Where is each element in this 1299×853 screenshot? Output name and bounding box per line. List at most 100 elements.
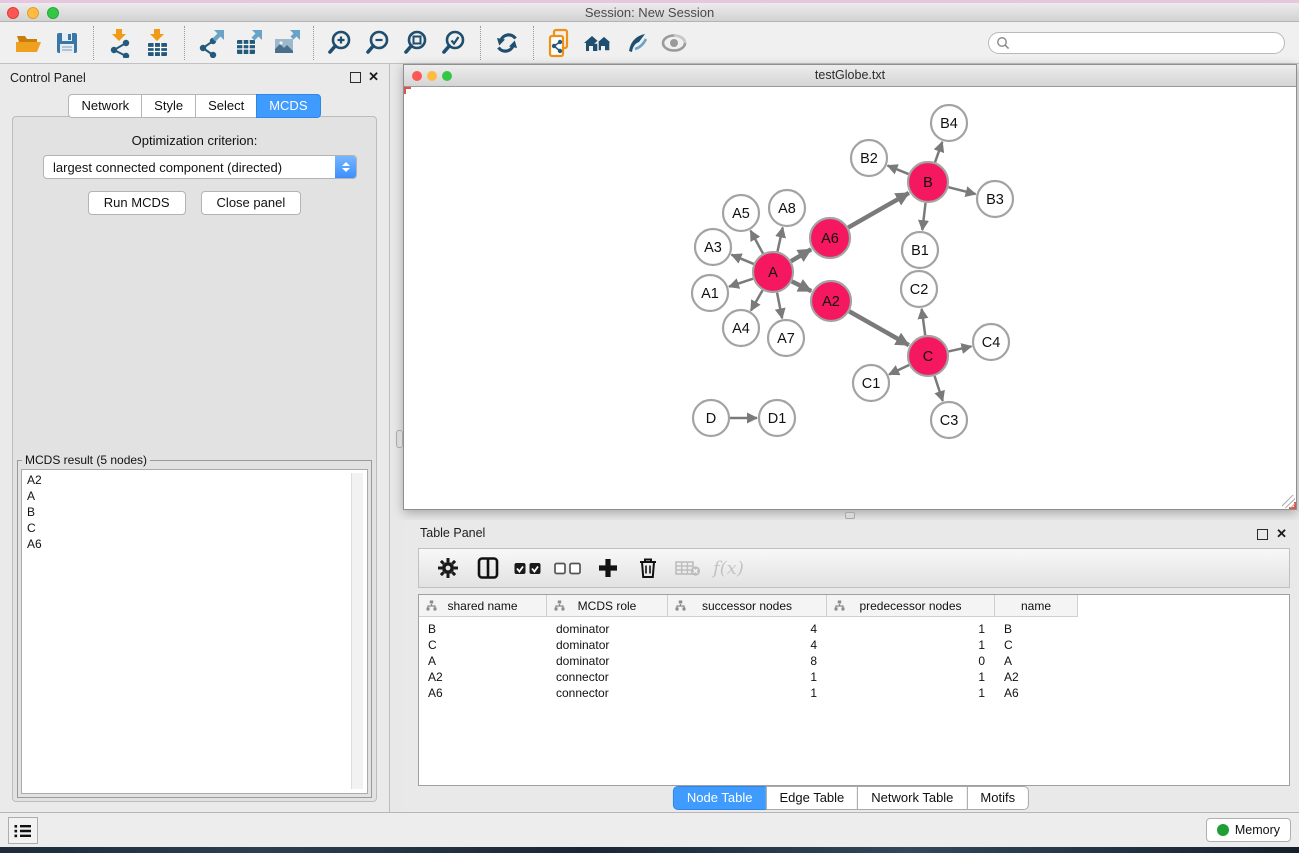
network-window-titlebar[interactable]: testGlobe.txt (404, 65, 1296, 87)
close-panel-button[interactable]: Close panel (201, 191, 302, 215)
graph-edge-C-C1[interactable] (889, 365, 909, 374)
table-cell[interactable]: dominator (547, 638, 668, 652)
graph-edge-C-C2[interactable] (922, 309, 926, 335)
add-column-icon[interactable] (593, 553, 623, 583)
graph-edge-A2-C[interactable] (849, 311, 909, 345)
graph-edge-A-A7[interactable] (777, 293, 782, 319)
task-history-button[interactable] (8, 817, 38, 844)
run-mcds-button[interactable]: Run MCDS (88, 191, 186, 215)
graph-node-D[interactable]: D (693, 400, 729, 436)
export-image-icon[interactable] (270, 26, 304, 60)
table-cell[interactable]: B (419, 622, 547, 636)
result-item[interactable]: B (27, 504, 351, 520)
graph-node-B3[interactable]: B3 (977, 181, 1013, 217)
graph-edge-C-C4[interactable] (948, 346, 971, 351)
criterion-dropdown[interactable]: largest connected component (directed) (43, 155, 357, 179)
graph-node-A6[interactable]: A6 (810, 218, 850, 258)
column-header-predecessor-nodes[interactable]: predecessor nodes (827, 595, 995, 616)
graph-edge-A6-B[interactable] (848, 193, 909, 228)
result-item[interactable]: C (27, 520, 351, 536)
export-network-icon[interactable] (194, 26, 228, 60)
graph-node-B1[interactable]: B1 (902, 232, 938, 268)
graph-node-C[interactable]: C (908, 336, 948, 376)
table-cell[interactable]: 8 (668, 654, 827, 668)
table-row[interactable]: Adominator80A (419, 653, 1289, 669)
column-header-MCDS-role[interactable]: MCDS role (547, 595, 668, 616)
table-row[interactable]: A6connector11A6 (419, 685, 1289, 701)
column-layout-icon[interactable] (473, 553, 503, 583)
table-cell[interactable]: connector (547, 686, 668, 700)
zoom-out-icon[interactable] (361, 26, 395, 60)
table-cell[interactable]: 4 (668, 622, 827, 636)
float-panel-icon[interactable] (350, 72, 361, 83)
network-graph[interactable]: B4B2BB3A5A8A6A3B1AC2A1A2A4A7CC4C1C3DD1 (404, 87, 1296, 509)
graph-edge-A-A1[interactable] (729, 279, 753, 287)
graph-node-D1[interactable]: D1 (759, 400, 795, 436)
apply-style-icon[interactable] (619, 26, 653, 60)
graph-node-B4[interactable]: B4 (931, 105, 967, 141)
tab-network[interactable]: Network (68, 94, 142, 118)
table-cell[interactable]: 1 (827, 622, 995, 636)
open-session-icon[interactable] (12, 26, 46, 60)
memory-button[interactable]: Memory (1206, 818, 1291, 842)
settings-gear-icon[interactable] (433, 553, 463, 583)
close-table-panel-icon[interactable]: ✕ (1276, 526, 1287, 542)
export-table-icon[interactable] (232, 26, 266, 60)
table-cell[interactable]: A2 (995, 670, 1078, 684)
result-item[interactable]: A6 (27, 536, 351, 552)
function-builder-icon[interactable]: f(x) (713, 553, 744, 583)
tab-motifs[interactable]: Motifs (966, 786, 1029, 810)
graph-node-A3[interactable]: A3 (695, 229, 731, 265)
result-item[interactable]: A2 (27, 472, 351, 488)
tab-mcds[interactable]: MCDS (256, 94, 320, 118)
graph-node-A1[interactable]: A1 (692, 275, 728, 311)
result-item[interactable]: A (27, 488, 351, 504)
tab-style[interactable]: Style (141, 94, 196, 118)
resize-grip-icon[interactable] (1282, 495, 1295, 508)
graph-edge-C-C3[interactable] (935, 376, 943, 401)
zoom-fit-icon[interactable] (399, 26, 433, 60)
float-table-panel-icon[interactable] (1257, 529, 1268, 540)
graph-edge-A-A6[interactable] (791, 249, 811, 261)
home-icon[interactable] (581, 26, 615, 60)
horizontal-splitter-handle[interactable] (845, 512, 855, 519)
table-cell[interactable]: A2 (419, 670, 547, 684)
graph-node-C4[interactable]: C4 (973, 324, 1009, 360)
graph-node-C2[interactable]: C2 (901, 271, 937, 307)
select-all-icon[interactable] (513, 553, 543, 583)
table-cell[interactable]: dominator (547, 654, 668, 668)
mcds-result-list[interactable]: A2ABCA6 (21, 469, 368, 794)
table-cell[interactable]: 4 (668, 638, 827, 652)
search-input[interactable] (988, 32, 1285, 54)
graph-node-A8[interactable]: A8 (769, 190, 805, 226)
close-panel-icon[interactable]: ✕ (368, 69, 379, 85)
save-session-icon[interactable] (50, 26, 84, 60)
table-row[interactable]: Bdominator41B (419, 621, 1289, 637)
result-list-scrollbar[interactable] (351, 473, 363, 789)
table-cell[interactable]: 1 (827, 670, 995, 684)
tab-network-table[interactable]: Network Table (857, 786, 967, 810)
table-cell[interactable]: B (995, 622, 1078, 636)
graph-node-A2[interactable]: A2 (811, 281, 851, 321)
delete-table-icon[interactable] (673, 553, 703, 583)
deselect-all-icon[interactable] (553, 553, 583, 583)
table-cell[interactable]: C (419, 638, 547, 652)
column-header-shared-name[interactable]: shared name (419, 595, 547, 616)
import-network-icon[interactable] (103, 26, 137, 60)
graph-edge-A-A2[interactable] (792, 281, 812, 291)
table-row[interactable]: A2connector11A2 (419, 669, 1289, 685)
table-cell[interactable]: A6 (995, 686, 1078, 700)
tab-edge-table[interactable]: Edge Table (765, 786, 858, 810)
table-cell[interactable]: 1 (827, 638, 995, 652)
graph-node-A7[interactable]: A7 (768, 320, 804, 356)
zoom-in-icon[interactable] (323, 26, 357, 60)
column-header-successor-nodes[interactable]: successor nodes (668, 595, 827, 616)
table-cell[interactable]: 1 (668, 670, 827, 684)
graph-edge-B-B2[interactable] (888, 166, 909, 175)
import-table-icon[interactable] (141, 26, 175, 60)
graph-edge-B-B3[interactable] (948, 187, 975, 194)
graph-edge-B-B4[interactable] (935, 142, 942, 162)
table-cell[interactable]: 1 (827, 686, 995, 700)
column-header-name[interactable]: name (995, 595, 1078, 616)
graph-node-A5[interactable]: A5 (723, 195, 759, 231)
